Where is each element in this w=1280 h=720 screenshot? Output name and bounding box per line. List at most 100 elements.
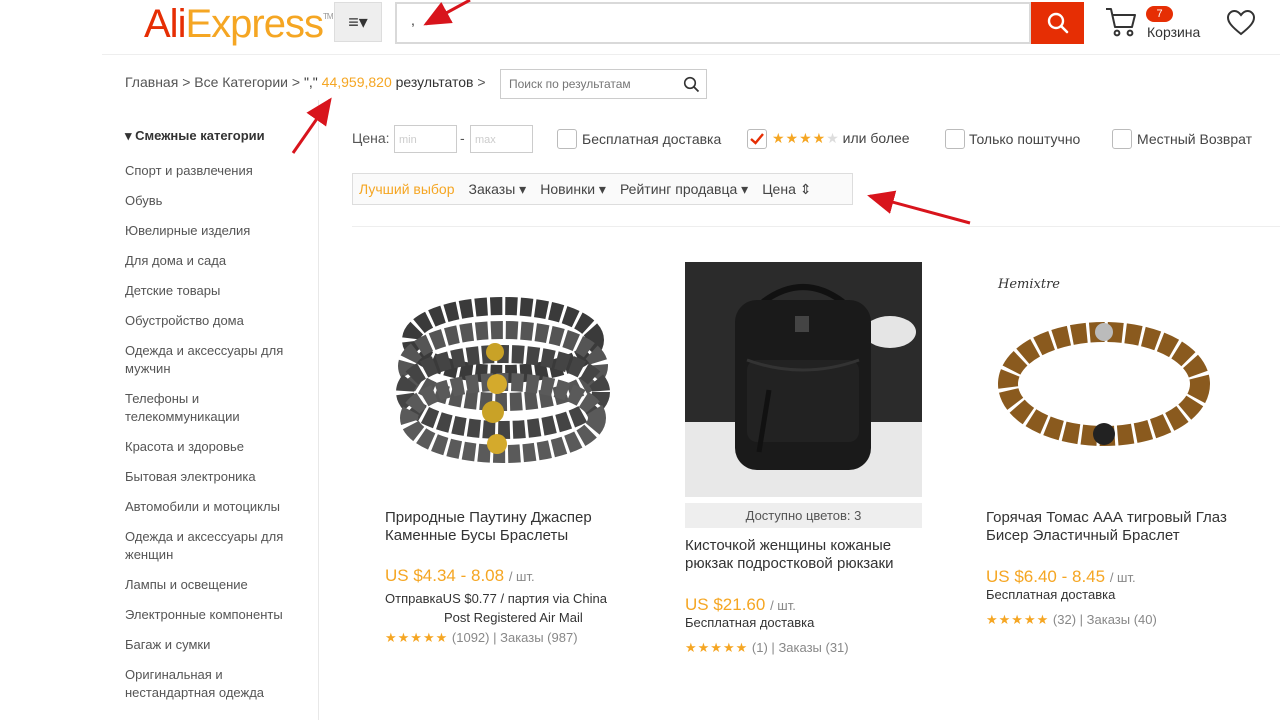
meta-divider: | [493, 630, 497, 645]
shipping-info: ОтправкаUS $0.77 / партия via China [385, 591, 607, 606]
categories-menu-button[interactable]: ≡▾ [334, 2, 382, 42]
sidebar-item-sport[interactable]: Спорт и развлечения [125, 162, 305, 180]
sidebar-item-womens-clothing[interactable]: Одежда и аксессуары для женщин [125, 528, 305, 564]
sidebar-item-jewelry[interactable]: Ювелирные изделия [125, 222, 305, 240]
product-title[interactable]: Кисточкой женщины кожаные рюкзак подрост… [685, 537, 935, 573]
sidebar-item-phones[interactable]: Телефоны и телекоммуникации [125, 390, 305, 426]
logo-text-ali: Ali [144, 2, 186, 46]
related-categories-list: Спорт и развлечения Обувь Ювелирные изде… [125, 162, 305, 714]
available-colors-badge: Доступно цветов: 3 [685, 503, 922, 528]
breadcrumb-query: "," [303, 74, 318, 90]
free-shipping-label[interactable]: Бесплатная доставка [582, 131, 721, 147]
cart-button[interactable] [1104, 6, 1138, 43]
cart-label[interactable]: Корзина [1147, 24, 1200, 40]
logo-tm: TM [322, 12, 334, 21]
meta-divider: | [1079, 612, 1084, 627]
rating-filter-label[interactable]: ★★★★★ или более [772, 130, 910, 147]
results-count: 44,959,820 [321, 74, 392, 90]
sidebar-item-kids[interactable]: Детские товары [125, 282, 305, 300]
sidebar-item-automotive[interactable]: Автомобили и мотоциклы [125, 498, 305, 516]
review-count[interactable]: (1092) [452, 630, 490, 645]
price-min-input[interactable]: min [394, 125, 457, 153]
breadcrumb-separator: > [291, 74, 301, 90]
refine-search-field[interactable] [500, 69, 707, 99]
product-rating-row: ★★★★★ (1) | Заказы (31) [685, 640, 849, 656]
rating-suffix: или более [842, 130, 910, 146]
price-unit: / шт. [770, 598, 796, 613]
review-count[interactable]: (32) [1053, 612, 1076, 627]
price-value: US $4.34 - 8.08 [385, 566, 505, 585]
product-title[interactable]: Горячая Томас ААА тигровый Глаз Бисер Эл… [986, 509, 1236, 545]
backpack-image [685, 262, 922, 497]
product-image-tiger-eye-bracelet[interactable]: Hemixtre [986, 262, 1222, 498]
product-price: US $4.34 - 8.08 / шт. [385, 566, 535, 586]
price-unit: / шт. [508, 569, 535, 584]
sort-bar: Лучший выбор Заказы ▾ Новинки ▾ Рейтинг … [352, 173, 853, 205]
price-range-dash: - [460, 130, 465, 146]
product-image-jasper-bracelets[interactable] [385, 262, 621, 498]
star-rating-icon: ★★★★★ [986, 612, 1050, 627]
price-max-input[interactable]: max [470, 125, 533, 153]
header-divider [102, 54, 1280, 55]
sidebar-item-beauty[interactable]: Красота и здоровье [125, 438, 305, 456]
aliexpress-logo[interactable]: AliExpressTM [144, 2, 333, 47]
product-image-backpack[interactable] [685, 262, 922, 497]
sidebar-item-luggage[interactable]: Багаж и сумки [125, 636, 305, 654]
sort-seller-rating[interactable]: Рейтинг продавца ▾ [620, 181, 748, 198]
image-watermark: Hemixtre [997, 277, 1060, 292]
price-unit: / шт. [1109, 570, 1136, 585]
cart-icon [1106, 8, 1136, 37]
local-return-checkbox[interactable] [1112, 129, 1132, 149]
logo-text-express: Express [185, 2, 323, 46]
sidebar-item-novelty-clothing[interactable]: Оригинальная и нестандартная одежда [125, 666, 305, 702]
sort-best-match[interactable]: Лучший выбор [359, 181, 455, 197]
orders-count: Заказы (987) [500, 630, 578, 645]
product-title[interactable]: Природные Паутину Джаспер Каменные Бусы … [385, 509, 635, 545]
sidebar-item-components[interactable]: Электронные компоненты [125, 606, 305, 624]
heart-icon [1226, 9, 1256, 36]
sort-newest[interactable]: Новинки ▾ [540, 181, 606, 198]
breadcrumb: Главная > Все Категории > "," 44,959,820… [125, 74, 486, 90]
breadcrumb-all-categories[interactable]: Все Категории [194, 74, 288, 90]
free-shipping-checkbox[interactable] [557, 129, 577, 149]
breadcrumb-separator: > [477, 74, 486, 90]
rating-star-empty-icon: ★ [826, 130, 839, 146]
sidebar-item-home-garden[interactable]: Для дома и сада [125, 252, 305, 270]
sort-orders[interactable]: Заказы ▾ [469, 181, 527, 198]
refine-search-input[interactable] [507, 76, 679, 92]
sidebar-divider [318, 100, 319, 720]
sidebar-item-lighting[interactable]: Лампы и освещение [125, 576, 305, 594]
breadcrumb-home[interactable]: Главная [125, 74, 178, 90]
star-rating-icon: ★★★★★ [385, 630, 449, 645]
rating-filter-checkbox[interactable] [747, 129, 767, 149]
search-icon [1047, 12, 1068, 34]
price-filter-label: Цена: [352, 130, 390, 146]
single-item-label[interactable]: Только поштучно [969, 131, 1080, 147]
checkmark-icon [750, 133, 764, 145]
free-shipping-text: Бесплатная доставка [986, 587, 1116, 602]
product-rating-row: ★★★★★ (1092) | Заказы (987) [385, 630, 578, 646]
sidebar-item-home-improvement[interactable]: Обустройство дома [125, 312, 305, 330]
sidebar-item-electronics[interactable]: Бытовая электроника [125, 468, 305, 486]
search-icon[interactable] [683, 76, 700, 93]
sort-price[interactable]: Цена ⇕ [762, 181, 811, 198]
product-price: US $6.40 - 8.45 / шт. [986, 567, 1136, 587]
review-count[interactable]: (1) [752, 640, 768, 655]
arrow-to-query-icon [291, 97, 332, 154]
product-price: US $21.60 / шт. [685, 595, 796, 615]
orders-count: Заказы (31) [778, 640, 849, 655]
price-value: US $6.40 - 8.45 [986, 567, 1106, 586]
local-return-label[interactable]: Местный Возврат [1137, 131, 1252, 147]
sidebar-item-mens-clothing[interactable]: Одежда и аксессуары для мужчин [125, 342, 305, 378]
price-value: US $21.60 [685, 595, 766, 614]
orders-count: Заказы (40) [1086, 612, 1157, 627]
related-categories-title[interactable]: ▾ Смежные категории [125, 128, 265, 144]
meta-divider: | [771, 640, 775, 655]
wishlist-button[interactable] [1226, 9, 1256, 42]
menu-icon: ≡▾ [348, 11, 368, 32]
single-item-checkbox[interactable] [945, 129, 965, 149]
search-button[interactable] [1031, 2, 1084, 44]
sidebar-item-shoes[interactable]: Обувь [125, 192, 305, 210]
results-label: результатов [395, 74, 474, 90]
search-input[interactable]: , [395, 2, 1031, 44]
